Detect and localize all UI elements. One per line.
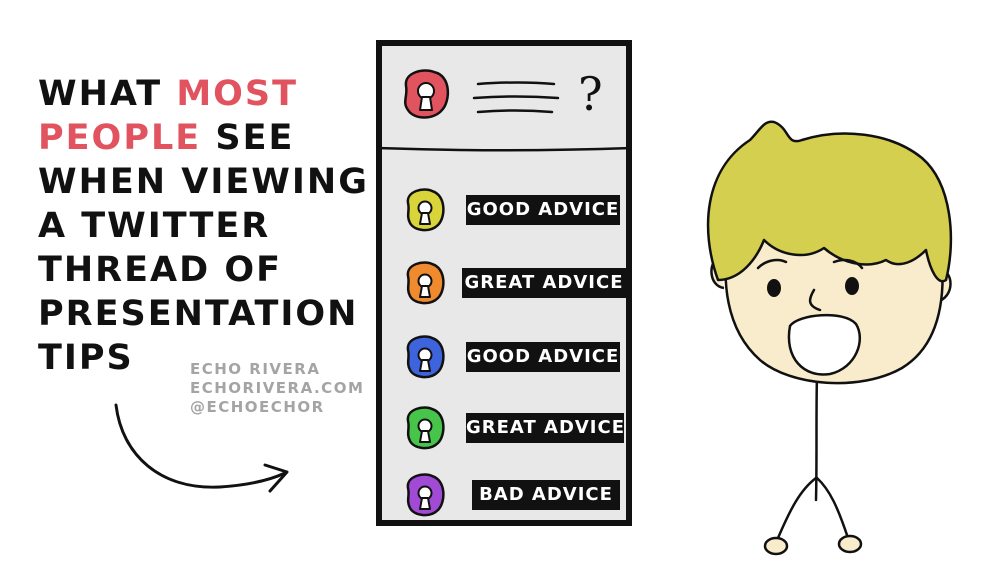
advice-label: GREAT ADVICE — [462, 268, 626, 298]
avatar-icon — [406, 261, 445, 305]
character-body — [814, 373, 819, 502]
avatar-icon — [406, 473, 445, 517]
character-illustration — [706, 120, 953, 556]
heading-line-3: WHEN VIEWING — [38, 162, 369, 202]
twitter-thread-mockup: ? GOOD ADVICE GREAT ADVICE GOOD ADVICE G… — [375, 40, 633, 526]
thread-item[interactable]: GOOD ADVICE — [382, 181, 626, 237]
heading-line-6: PRESENTATION — [38, 294, 359, 334]
curved-arrow-icon — [114, 403, 289, 493]
question-mark-icon: ? — [578, 67, 603, 121]
character-right-arm — [815, 476, 850, 540]
character-left-eye — [767, 279, 781, 297]
avatar-header — [404, 69, 449, 119]
heading-accent-people: PEOPLE — [38, 118, 202, 158]
heading: WHAT MOST PEOPLE SEE WHEN VIEWING A TWIT… — [38, 72, 369, 380]
heading-line-5: THREAD OF — [38, 250, 283, 290]
advice-label: BAD ADVICE — [472, 480, 620, 510]
avatar-icon — [406, 406, 445, 450]
avatar-icon — [406, 188, 445, 232]
thread-item[interactable]: GREAT ADVICE — [382, 254, 626, 310]
advice-label: GOOD ADVICE — [466, 342, 620, 372]
thread-item[interactable]: BAD ADVICE — [382, 466, 626, 522]
avatar-icon — [406, 335, 445, 379]
heading-line-1: WHAT MOST — [38, 72, 338, 116]
character-right-eye — [845, 277, 859, 295]
heading-line-4: A TWITTER — [38, 206, 271, 246]
character-left-arm — [776, 476, 818, 540]
heading-text: WHAT — [38, 74, 177, 114]
advice-label: GREAT ADVICE — [466, 413, 624, 443]
text-lines-icon — [472, 81, 560, 114]
advice-label: GOOD ADVICE — [466, 195, 620, 225]
character-right-hand — [837, 534, 863, 554]
header-divider — [375, 146, 633, 152]
thread-header: ? — [375, 46, 633, 152]
thread-item[interactable]: GREAT ADVICE — [382, 399, 626, 455]
heading-line-2: PEOPLE SEE — [38, 116, 338, 160]
character-left-hand — [763, 536, 789, 556]
heading-accent-most: MOST — [176, 74, 298, 114]
thread-item[interactable]: GOOD ADVICE — [382, 328, 626, 384]
credit-name: ECHO RIVERA — [190, 360, 321, 378]
heading-text: SEE — [201, 118, 295, 158]
